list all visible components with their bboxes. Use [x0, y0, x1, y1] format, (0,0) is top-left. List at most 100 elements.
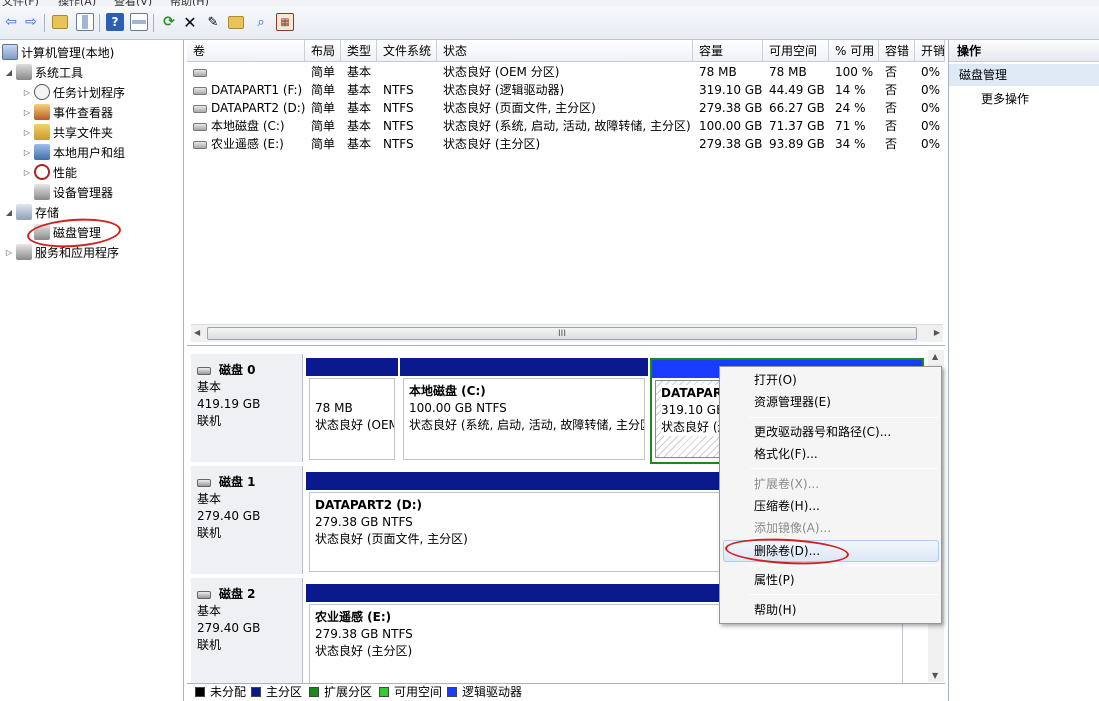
tree-label: 设备管理器 [53, 185, 114, 200]
table-cell: 100 % [829, 63, 879, 81]
menu-item-properties[interactable]: 属性(P) [754, 570, 795, 590]
tree-item-device-manager[interactable]: 设备管理器 [32, 182, 113, 202]
collapsed-arrow-icon[interactable]: ▷ [22, 128, 32, 137]
col-filesystem[interactable]: 文件系统 [377, 40, 437, 62]
services-icon [16, 244, 32, 260]
col-overhead[interactable]: 开销 [915, 40, 945, 62]
legend-label: 逻辑驱动器 [462, 685, 523, 699]
open-folder-icon[interactable] [228, 16, 244, 29]
collapsed-arrow-icon[interactable]: ▷ [22, 108, 32, 117]
export-icon[interactable]: ▦ [276, 13, 294, 31]
cell-text: 状态良好 (页面文件, 主分区) [443, 101, 596, 115]
col-volume[interactable]: 卷 [187, 40, 305, 62]
col-status[interactable]: 状态 [437, 40, 693, 62]
table-cell: 71.37 GB [763, 117, 829, 135]
table-row[interactable]: 简单 基本 状态良好 (OEM 分区) 78 MB 78 MB 100 % 否 0% [187, 63, 945, 81]
table-cell: 279.38 GB [693, 99, 763, 117]
delete-icon[interactable]: ✕ [181, 13, 199, 32]
menu-item-format[interactable]: 格式化(F)... [754, 444, 818, 464]
expanded-arrow-icon[interactable]: ◢ [4, 68, 14, 77]
back-icon[interactable]: ⇦ [2, 13, 20, 31]
col-type[interactable]: 类型 [341, 40, 377, 62]
scroll-up-icon[interactable]: ▲ [932, 352, 938, 361]
tree-item-shared-folders[interactable]: ▷ 共享文件夹 [22, 122, 113, 142]
horizontal-scrollbar[interactable]: ◀ III ▶ [191, 324, 943, 342]
cell-text: 否 [885, 119, 898, 133]
cell-text: 0% [921, 101, 941, 115]
search-icon[interactable]: ⌕ [252, 13, 270, 31]
cell-text: 14 % [835, 83, 866, 97]
tree-item-event-viewer[interactable]: ▷ 事件查看器 [22, 102, 113, 122]
table-cell: 简单 [305, 117, 341, 135]
cell-text: 100 % [835, 65, 874, 79]
cell-text: 基本 [347, 65, 372, 79]
col-capacity[interactable]: 容量 [693, 40, 763, 62]
table-row[interactable]: 本地磁盘 (C:) 简单 基本 NTFS 状态良好 (系统, 启动, 活动, 故障转储,… [187, 117, 945, 135]
tree-item-storage[interactable]: ◢ 存储 [4, 202, 59, 222]
collapsed-arrow-icon[interactable]: ▷ [22, 88, 32, 97]
table-row[interactable]: 农业遥感 (E:) 简单 基本 NTFS 状态良好 (主分区) 279.38 GB 93.8… [187, 135, 945, 153]
tree-item-local-users[interactable]: ▷ 本地用户和组 [22, 142, 125, 162]
actions-disk-management[interactable]: 磁盘管理 [949, 64, 1099, 86]
menu-item-shrink-volume[interactable]: 压缩卷(H)... [754, 496, 820, 516]
disk-icon [197, 590, 211, 599]
scroll-left-icon[interactable]: ◀ [194, 328, 200, 337]
table-cell: 0% [915, 81, 945, 99]
partition-bar [306, 358, 398, 376]
cell-text: 基本 [347, 101, 372, 115]
up-folder-icon[interactable] [52, 15, 68, 29]
disk-1-label[interactable]: 磁盘 1 基本 279.40 GB 联机 [191, 466, 303, 574]
show-hide-tree-icon[interactable] [76, 13, 94, 31]
cell-text: 279.38 GB [699, 137, 763, 151]
scroll-thumb[interactable]: III [207, 327, 917, 340]
cell-text: 66.27 GB [769, 101, 825, 115]
table-row[interactable]: DATAPART2 (D:) 简单 基本 NTFS 状态良好 (页面文件, 主分区) 27… [187, 99, 945, 117]
refresh-icon[interactable]: ⟳ [160, 13, 178, 31]
table-cell: 78 MB [693, 63, 763, 81]
table-row[interactable]: DATAPART1 (F:) 简单 基本 NTFS 状态良好 (逻辑驱动器) 319.10… [187, 81, 945, 99]
menu-item-help[interactable]: 帮助(H) [754, 600, 796, 620]
menu-item-explorer[interactable]: 资源管理器(E) [754, 392, 831, 412]
more-actions-link[interactable]: 更多操作 [981, 90, 1029, 108]
tree-item-performance[interactable]: ▷ 性能 [22, 162, 77, 182]
drive-icon [193, 122, 207, 131]
partition-c[interactable]: 本地磁盘 (C:) 100.00 GB NTFS 状态良好 (系统, 启动, 活… [400, 358, 648, 464]
list-header: 卷 布局 类型 文件系统 状态 容量 可用空间 % 可用 容错 开销 [187, 40, 945, 62]
device-manager-icon [34, 184, 50, 200]
properties-icon[interactable]: ✎ [204, 13, 222, 31]
scroll-down-icon[interactable]: ▼ [932, 671, 938, 680]
disk-size: 419.19 GB [197, 397, 261, 411]
partition-size: 100.00 GB NTFS [409, 401, 507, 415]
storage-icon [16, 204, 32, 220]
col-fault-tolerance[interactable]: 容错 [879, 40, 915, 62]
table-cell: 基本 [341, 81, 377, 99]
tree-item-task-scheduler[interactable]: ▷ 任务计划程序 [22, 82, 125, 102]
collapsed-arrow-icon[interactable]: ▷ [4, 248, 14, 257]
forward-icon[interactable]: ⇨ [22, 13, 40, 31]
expanded-arrow-icon[interactable]: ◢ [4, 208, 14, 217]
menu-separator [750, 594, 938, 595]
table-cell [377, 63, 437, 81]
properties-pane-icon[interactable] [130, 13, 148, 31]
collapsed-arrow-icon[interactable]: ▷ [22, 168, 32, 177]
col-free-space[interactable]: 可用空间 [763, 40, 829, 62]
menu-item-open[interactable]: 打开(O) [754, 370, 797, 390]
cell-text: 基本 [347, 83, 372, 97]
tree-root[interactable]: 计算机管理(本地) [2, 42, 114, 62]
scroll-right-icon[interactable]: ▶ [934, 328, 940, 337]
menu-item-change-drive-letter[interactable]: 更改驱动器号和路径(C)... [754, 422, 891, 442]
menu-item-extend-volume[interactable]: 扩展卷(X)... [754, 474, 819, 494]
tree-item-system-tools[interactable]: ◢ 系统工具 [4, 62, 83, 82]
help-icon[interactable]: ? [106, 13, 124, 31]
partition-oem[interactable]: 78 MB 状态良好 (OEM [306, 358, 398, 464]
menu-item-add-mirror[interactable]: 添加镜像(A)... [754, 518, 831, 538]
table-cell: 0% [915, 99, 945, 117]
table-cell: 状态良好 (OEM 分区) [437, 63, 693, 81]
disk-2-label[interactable]: 磁盘 2 基本 279.40 GB 联机 [191, 578, 303, 683]
menu-separator [750, 468, 938, 469]
tree-root-label: 计算机管理(本地) [21, 45, 115, 60]
col-layout[interactable]: 布局 [305, 40, 341, 62]
collapsed-arrow-icon[interactable]: ▷ [22, 148, 32, 157]
col-percent-free[interactable]: % 可用 [829, 40, 879, 62]
disk-0-label[interactable]: 磁盘 0 基本 419.19 GB 联机 [191, 354, 303, 462]
